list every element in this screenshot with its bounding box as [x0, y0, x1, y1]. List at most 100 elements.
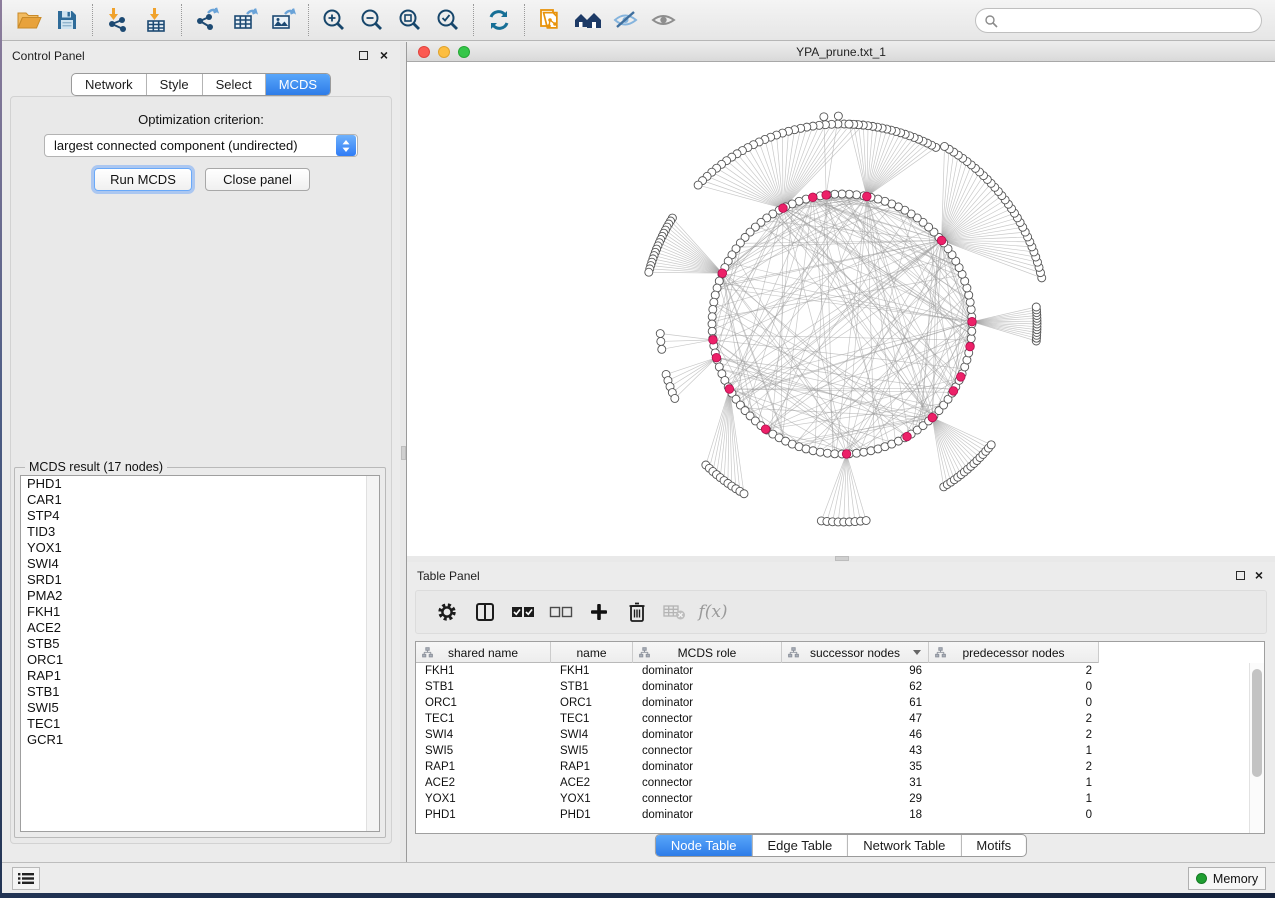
tab-network[interactable]: Network — [72, 74, 146, 95]
network-canvas[interactable] — [407, 62, 1275, 556]
tab-edge-table[interactable]: Edge Table — [751, 835, 847, 856]
column-header-name[interactable]: name — [551, 642, 633, 663]
mcds-result-item[interactable]: ORC1 — [21, 652, 379, 668]
mcds-result-item[interactable]: SRD1 — [21, 572, 379, 588]
function-builder-icon[interactable]: f(x) — [694, 597, 732, 627]
column-header-successor-nodes[interactable]: successor nodes — [782, 642, 929, 663]
task-history-button[interactable] — [12, 867, 40, 890]
mcds-result-item[interactable]: GCR1 — [21, 732, 379, 748]
mcds-result-item[interactable]: YOX1 — [21, 540, 379, 556]
zoom-selected-icon[interactable] — [429, 5, 467, 35]
tab-style[interactable]: Style — [146, 74, 202, 95]
import-network-icon[interactable] — [99, 5, 137, 35]
mcds-result-item[interactable]: SWI5 — [21, 700, 379, 716]
mcds-result-item[interactable]: TID3 — [21, 524, 379, 540]
table-row[interactable]: TEC1TEC1connector472 — [416, 711, 1099, 727]
table-cell: ACE2 — [551, 775, 633, 791]
tab-motifs[interactable]: Motifs — [960, 835, 1026, 856]
table-scrollbar[interactable] — [1249, 663, 1264, 833]
memory-label: Memory — [1213, 872, 1258, 886]
table-cell: 61 — [782, 695, 929, 711]
mcds-result-item[interactable]: ACE2 — [21, 620, 379, 636]
tab-node-table[interactable]: Node Table — [656, 835, 752, 856]
table-cell: connector — [633, 711, 782, 727]
table-cell: FKH1 — [416, 663, 551, 679]
deselect-all-icon[interactable] — [542, 597, 580, 627]
save-session-icon[interactable] — [48, 5, 86, 35]
column-header-shared-name[interactable]: shared name — [416, 642, 551, 663]
close-panel-icon[interactable]: × — [1255, 567, 1263, 583]
mcds-result-item[interactable]: STP4 — [21, 508, 379, 524]
zoom-fit-icon[interactable] — [391, 5, 429, 35]
mcds-result-item[interactable]: FKH1 — [21, 604, 379, 620]
table-cell: 47 — [782, 711, 929, 727]
table-cell: 2 — [929, 727, 1099, 743]
memory-button[interactable]: Memory — [1188, 867, 1266, 890]
table-cell: dominator — [633, 727, 782, 743]
mcds-result-item[interactable]: STB5 — [21, 636, 379, 652]
column-header-mcds-role[interactable]: MCDS role — [633, 642, 782, 663]
table-row[interactable]: SWI5SWI5connector431 — [416, 743, 1099, 759]
table-cell: ORC1 — [551, 695, 633, 711]
mcds-result-item[interactable]: SWI4 — [21, 556, 379, 572]
column-header-predecessor-nodes[interactable]: predecessor nodes — [929, 642, 1099, 663]
show-all-icon[interactable] — [645, 5, 683, 35]
table-cell: YOX1 — [416, 791, 551, 807]
run-mcds-button[interactable]: Run MCDS — [94, 168, 192, 191]
settings-gear-icon[interactable] — [428, 597, 466, 627]
hide-selected-icon[interactable] — [607, 5, 645, 35]
scrollbar-thumb[interactable] — [1252, 669, 1262, 777]
mcds-result-item[interactable]: TEC1 — [21, 716, 379, 732]
add-column-icon[interactable] — [580, 597, 618, 627]
vertical-splitter[interactable] — [400, 42, 407, 862]
export-image-icon[interactable] — [264, 5, 302, 35]
delete-table-icon[interactable] — [656, 597, 694, 627]
table-cell: 62 — [782, 679, 929, 695]
mcds-result-item[interactable]: RAP1 — [21, 668, 379, 684]
mcds-result-item[interactable]: STB1 — [21, 684, 379, 700]
table-row[interactable]: YOX1YOX1connector291 — [416, 791, 1099, 807]
duplicate-network-icon[interactable] — [531, 5, 569, 35]
open-session-icon[interactable] — [10, 5, 48, 35]
table-row[interactable]: STB1STB1dominator620 — [416, 679, 1099, 695]
close-panel-button[interactable]: Close panel — [205, 168, 310, 191]
mcds-result-item[interactable]: PHD1 — [21, 476, 379, 492]
tab-mcds[interactable]: MCDS — [265, 74, 330, 95]
mcds-result-item[interactable]: PMA2 — [21, 588, 379, 604]
delete-column-icon[interactable] — [618, 597, 656, 627]
float-panel-icon[interactable] — [359, 51, 368, 60]
mcds-result-list[interactable]: PHD1CAR1STP4TID3YOX1SWI4SRD1PMA2FKH1ACE2… — [20, 475, 380, 832]
mcds-list-scrollbar[interactable] — [366, 476, 379, 831]
zoom-out-icon[interactable] — [353, 5, 391, 35]
search-input[interactable] — [1003, 14, 1261, 28]
search-field[interactable] — [975, 8, 1262, 33]
export-network-icon[interactable] — [188, 5, 226, 35]
toggle-columns-icon[interactable] — [466, 597, 504, 627]
table-row[interactable]: ACE2ACE2connector311 — [416, 775, 1099, 791]
float-panel-icon[interactable] — [1236, 571, 1245, 580]
table-row[interactable]: ORC1ORC1dominator610 — [416, 695, 1099, 711]
first-neighbors-icon[interactable] — [569, 5, 607, 35]
table-row[interactable]: PHD1PHD1dominator180 — [416, 807, 1099, 823]
splitter-handle[interactable] — [401, 446, 406, 460]
refresh-view-icon[interactable] — [480, 5, 518, 35]
table-cell: dominator — [633, 663, 782, 679]
select-all-icon[interactable] — [504, 597, 542, 627]
criterion-select[interactable]: largest connected component (undirected) — [44, 134, 358, 157]
table-cell: PHD1 — [551, 807, 633, 823]
table-row[interactable]: SWI4SWI4dominator462 — [416, 727, 1099, 743]
close-panel-icon[interactable]: × — [380, 47, 388, 63]
table-toolbar: f(x) — [415, 590, 1267, 634]
export-table-icon[interactable] — [226, 5, 264, 35]
tab-network-table[interactable]: Network Table — [847, 835, 960, 856]
table-row[interactable]: FKH1FKH1dominator962 — [416, 663, 1099, 679]
mcds-result-item[interactable]: CAR1 — [21, 492, 379, 508]
column-label: successor nodes — [810, 646, 900, 660]
splitter-handle[interactable] — [835, 556, 849, 561]
table-cell: dominator — [633, 695, 782, 711]
tab-select[interactable]: Select — [202, 74, 265, 95]
import-table-icon[interactable] — [137, 5, 175, 35]
table-cell: 2 — [929, 663, 1099, 679]
table-row[interactable]: RAP1RAP1dominator352 — [416, 759, 1099, 775]
zoom-in-icon[interactable] — [315, 5, 353, 35]
